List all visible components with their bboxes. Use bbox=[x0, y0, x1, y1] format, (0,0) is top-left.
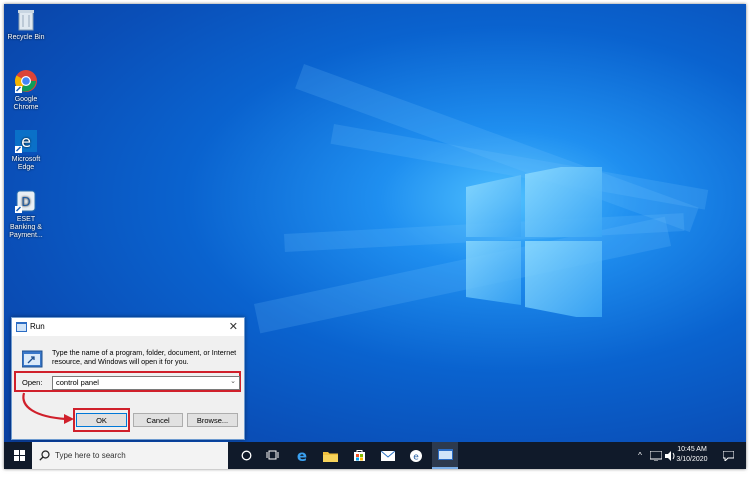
ok-button[interactable]: OK bbox=[76, 413, 127, 427]
mail-icon[interactable] bbox=[378, 442, 398, 469]
run-icon bbox=[16, 322, 27, 332]
store-icon[interactable] bbox=[349, 442, 369, 469]
search-box[interactable]: Type here to search bbox=[32, 442, 228, 469]
browse-button[interactable]: Browse... bbox=[187, 413, 238, 427]
recycle-bin-icon bbox=[13, 6, 39, 32]
clock-time: 10:45 AM bbox=[677, 446, 707, 453]
desktop-icon-eset[interactable]: D ESET Banking & Payment... bbox=[4, 188, 48, 240]
edge-icon: e bbox=[13, 128, 39, 154]
chrome-icon bbox=[13, 68, 39, 94]
desktop: Recycle Bin Google Chrome e Microsoft Ed… bbox=[4, 4, 746, 469]
search-placeholder: Type here to search bbox=[55, 451, 126, 460]
start-button[interactable] bbox=[10, 442, 28, 469]
desktop-icon-edge[interactable]: e Microsoft Edge bbox=[4, 128, 48, 172]
chevron-down-icon[interactable]: ⌄ bbox=[230, 377, 236, 385]
cortana-icon[interactable] bbox=[236, 442, 256, 469]
svg-text:e: e bbox=[413, 452, 419, 462]
eset-icon[interactable]: e bbox=[406, 442, 426, 469]
network-icon[interactable] bbox=[649, 442, 663, 469]
run-program-icon bbox=[22, 350, 43, 368]
task-view-icon[interactable] bbox=[262, 442, 282, 469]
desktop-icon-label: ESET Banking & Payment... bbox=[9, 216, 43, 239]
desktop-icon-chrome[interactable]: Google Chrome bbox=[4, 68, 48, 112]
annotation-arrow bbox=[22, 392, 74, 424]
edge-icon[interactable]: e bbox=[292, 442, 312, 469]
desktop-icon-recycle-bin[interactable]: Recycle Bin bbox=[4, 6, 48, 42]
windows-logo bbox=[466, 167, 602, 317]
clock[interactable]: 10:45 AM 3/10/2020 bbox=[672, 445, 712, 465]
svg-text:D: D bbox=[21, 195, 30, 209]
close-icon[interactable]: ✕ bbox=[229, 320, 238, 333]
clock-date: 3/10/2020 bbox=[676, 456, 708, 463]
open-input[interactable]: control panel ⌄ bbox=[52, 376, 240, 390]
desktop-icon-label: Microsoft Edge bbox=[11, 156, 41, 171]
run-icon[interactable] bbox=[432, 442, 458, 469]
chevron-up-icon[interactable]: ^ bbox=[634, 442, 646, 469]
windows-start-icon bbox=[13, 450, 25, 461]
taskbar: Type here to search e e ^ 10:45 AM 3/10/… bbox=[4, 442, 746, 469]
run-description: Type the name of a program, folder, docu… bbox=[52, 348, 237, 366]
desktop-icon-label: Google Chrome bbox=[13, 96, 39, 111]
open-label: Open: bbox=[22, 378, 43, 387]
notifications-icon[interactable] bbox=[720, 442, 736, 469]
run-title: Run bbox=[30, 322, 45, 331]
run-title-bar[interactable]: Run ✕ bbox=[12, 318, 244, 336]
svg-text:e: e bbox=[21, 132, 31, 151]
desktop-icon-label: Recycle Bin bbox=[7, 34, 45, 41]
cancel-button[interactable]: Cancel bbox=[133, 413, 183, 427]
eset-icon: D bbox=[13, 188, 39, 214]
search-icon bbox=[39, 450, 50, 461]
open-input-value: control panel bbox=[56, 378, 99, 387]
file-explorer-icon[interactable] bbox=[320, 442, 340, 469]
